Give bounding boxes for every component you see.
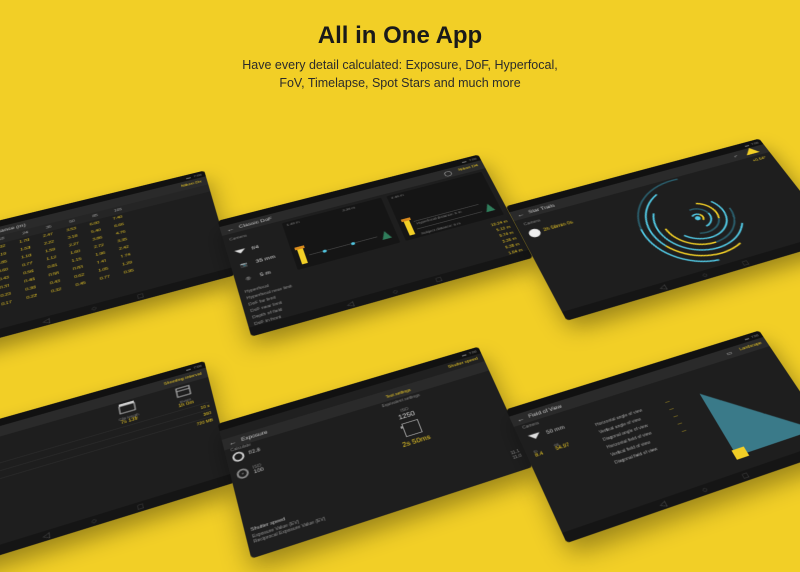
nav-recent-icon[interactable]: □ [137, 292, 144, 300]
hyperfocal-cell[interactable]: 5.40 [84, 227, 108, 237]
angle-icon: ⌐ [733, 154, 739, 159]
shutter-header: Shutter speed [220, 353, 485, 440]
star-play-icon[interactable] [743, 146, 760, 155]
hyperfocal-cell[interactable]: 7.40 [106, 213, 130, 222]
equivalent-header: Equivalent settings [315, 374, 485, 429]
screen-star-trails: 7:00 ← Star Trails ⌐ Camera 2h 58min 0s … [506, 139, 800, 321]
camera-label: Camera [523, 219, 541, 227]
aperture-icon [231, 450, 245, 463]
angle-value: +0.64° [752, 156, 768, 163]
camera-label: Camera [229, 234, 247, 242]
screen-hyperfocal: 7:00 ← Hyperfocal distance (m) Nikon Dx … [0, 171, 235, 353]
screen-title: Exposure [241, 429, 269, 442]
hyperfocal-cell[interactable]: 2.47 [36, 231, 60, 241]
frame-icon[interactable]: ▭ [725, 350, 733, 357]
nav-back-icon[interactable]: ◁ [42, 316, 50, 326]
hyperfocal-cell[interactable]: 3.86 [85, 234, 109, 244]
distance-value[interactable]: m8.4 [533, 448, 545, 459]
status-bar: 7:00 [0, 171, 206, 242]
hyperfocal-cell[interactable]: 1.32 [0, 242, 13, 252]
iso-icon [236, 467, 250, 480]
duration-control[interactable]: 2h 58min 0s [527, 219, 575, 239]
fov-results-list: Horizontal angle of view—Vertical angle … [594, 398, 693, 467]
hyperfocal-cell[interactable]: 3.53 [59, 225, 83, 235]
test-settings-header: Test settings [313, 367, 482, 422]
screen-title: Star Trails [527, 203, 555, 214]
hyperfocal-cell[interactable]: 1.59 [38, 246, 62, 256]
hyperfocal-cell[interactable]: 1.53 [13, 244, 37, 254]
aperture-icon[interactable]: ◯ [443, 170, 453, 177]
back-icon[interactable]: ← [515, 211, 525, 219]
screen-timelapse: 7:00 e.g. expo Shooting interval Clip le… [0, 361, 235, 572]
hyperfocal-cell[interactable]: 2.42 [112, 243, 136, 253]
camera-mode[interactable]: Nikon D4 [458, 164, 479, 172]
back-icon[interactable]: ← [515, 415, 525, 424]
screen-dof: 7:00 ← Classic DoF ◯ Nikon D4 Camera f/4… [218, 155, 533, 337]
iso-readout: 1250 [397, 410, 416, 421]
hyperfocal-cell[interactable]: 6.00 [83, 219, 107, 228]
back-icon[interactable]: ← [226, 225, 235, 233]
screen-fov: 7:00 ← Field of View ▭ Landscape Camera … [506, 331, 800, 544]
hyperfocal-cell[interactable]: 3.35 [110, 236, 134, 246]
mode-label: Shooting interval [164, 372, 203, 387]
hyperfocal-cell[interactable]: 0.17 [0, 298, 19, 309]
hyperfocal-cell[interactable]: 6.66 [107, 221, 131, 230]
equiv-focal-value: eq54.97 [553, 439, 571, 452]
fov-diagram [688, 349, 800, 461]
screen-exposure: 7:00 Shutter speed ← Exposure Calculate … [218, 347, 533, 559]
back-icon[interactable]: ← [228, 438, 237, 447]
timelapse-results: Shooting interval10 s Total frames360 To… [0, 402, 214, 502]
orientation-mode[interactable]: Landscape [739, 341, 763, 352]
star-trails-visualization [576, 154, 800, 290]
camera-label: Camera [522, 406, 586, 430]
screen-title: Field of View [527, 404, 562, 419]
hyperfocal-cell[interactable]: 4.76 [109, 228, 133, 238]
hyperfocal-cell[interactable]: 3.18 [61, 232, 85, 242]
nav-home-icon[interactable]: ○ [91, 304, 98, 313]
screen-title: Hyperfocal distance (m) [0, 223, 26, 244]
hyperfocal-cell[interactable]: 2.22 [37, 238, 61, 248]
calendar-icon[interactable] [401, 419, 422, 437]
event-duration-card[interactable]: Event 1h 0m [163, 380, 207, 412]
screen-title: Classic DoF [238, 216, 272, 229]
hyperfocal-cell[interactable]: 2.72 [87, 242, 111, 252]
hyperfocal-focal-header: 141824355085105 [0, 184, 210, 258]
dof-hyperfocal-diagram: 2.46 m Hyperfocal distance: 5 m Subject … [386, 172, 504, 241]
hyperfocal-cell[interactable]: 2.27 [62, 240, 86, 250]
camera-mode[interactable]: Nikon Dx [181, 180, 202, 188]
hyperfocal-cell[interactable]: 1.70 [12, 236, 36, 246]
clip-length-card[interactable]: Clip length 7s 13fr [106, 396, 150, 429]
